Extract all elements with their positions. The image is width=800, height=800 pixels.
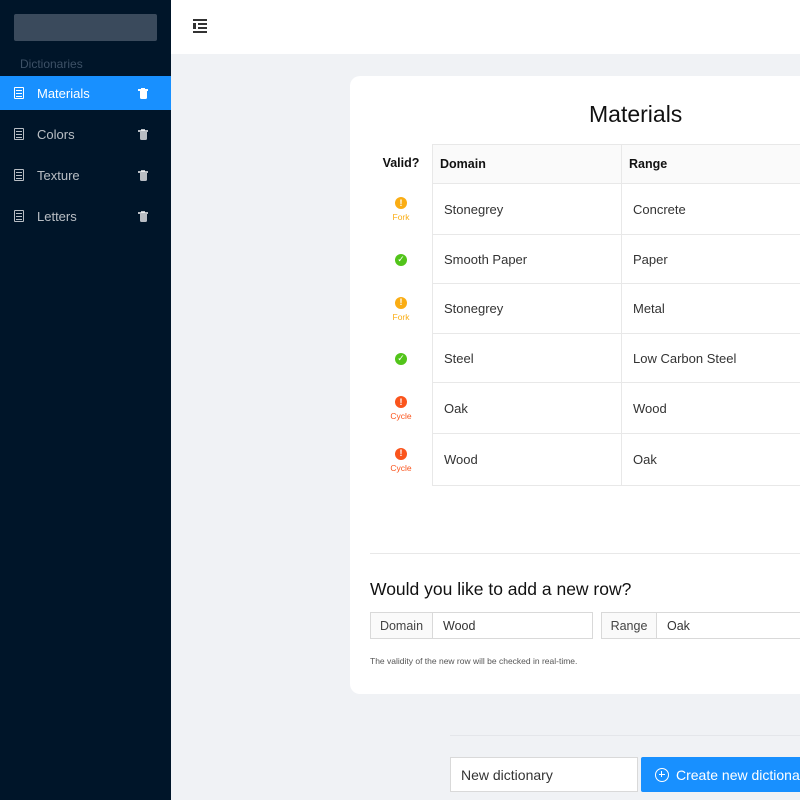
new-dictionary-input[interactable] [450,757,638,792]
sidebar-item-label: Colors [37,126,75,142]
footer-divider [450,735,800,736]
sidebar-item-label: Letters [37,208,77,224]
exclamation-circle-icon: ! [395,197,407,209]
range-input[interactable] [656,612,800,639]
add-row-title: Would you like to add a new row? [370,579,632,599]
validity-label: Cycle [390,462,412,473]
table-cell-domain: Wood [432,434,622,486]
validity-cell: ! Cycle [369,383,433,434]
header [171,0,800,54]
dictionary-icon [14,87,24,99]
create-dictionary-button[interactable]: Create new dictiona [641,757,800,792]
validity-label: Cycle [390,411,412,421]
table-cell-range: Oak [621,434,800,486]
validity-cell: ! Fork [369,284,433,334]
validity-cell: ✓ [369,235,433,284]
delete-icon[interactable] [138,88,148,99]
table-cell-domain: Stonegrey [432,284,622,334]
logo [14,14,157,41]
sidebar-item-label: Materials [37,85,90,101]
validity-cell: ✓ [369,334,433,383]
validity-hint: The validity of the new row will be chec… [370,656,578,666]
plus-circle-icon [655,767,669,782]
delete-icon[interactable] [138,211,148,222]
validity-label: Fork [392,311,410,322]
check-circle-icon: ✓ [395,253,407,266]
validity-cell: ! Cycle [369,434,433,486]
check-circle-icon: ✓ [395,352,407,365]
sidebar-group-label: Dictionaries [20,57,83,71]
table-cell-domain: Smooth Paper [432,235,622,284]
delete-icon[interactable] [138,170,148,181]
range-addon-label: Range [601,612,657,639]
column-header-valid: Valid? [382,156,420,170]
create-dictionary-label: Create new dictiona [676,766,800,783]
column-header-domain[interactable]: Domain [432,144,622,184]
domain-addon-label: Domain [370,612,433,639]
dictionary-icon [14,128,24,140]
exclamation-circle-icon: ! [395,447,407,460]
dictionary-icon [14,169,24,181]
table-cell-range: Wood [621,383,800,434]
sidebar-item-colors[interactable]: Colors [0,117,171,151]
table-cell-range: Paper [621,235,800,284]
table-cell-range: Concrete [621,184,800,235]
delete-icon[interactable] [138,129,148,140]
divider [370,553,800,554]
validity-label: Fork [392,212,410,222]
exclamation-circle-icon: ! [395,296,407,309]
exclamation-circle-icon: ! [395,396,407,408]
validity-cell: ! Fork [369,184,433,235]
sidebar-item-label: Texture [37,167,80,183]
sidebar: Dictionaries Materials Colors Texture Le… [0,0,171,800]
table-cell-domain: Oak [432,383,622,434]
column-header-range[interactable]: Range [621,144,800,184]
dictionary-icon [14,210,24,222]
sidebar-item-materials[interactable]: Materials [0,76,171,110]
table-cell-range: Metal [621,284,800,334]
table-cell-domain: Steel [432,334,622,383]
menu-fold-icon[interactable] [193,19,207,33]
table-cell-domain: Stonegrey [432,184,622,235]
sidebar-item-texture[interactable]: Texture [0,158,171,192]
domain-input[interactable] [432,612,593,639]
sidebar-item-letters[interactable]: Letters [0,199,171,233]
table-cell-range: Low Carbon Steel [621,334,800,383]
page-title: Materials [589,101,683,127]
